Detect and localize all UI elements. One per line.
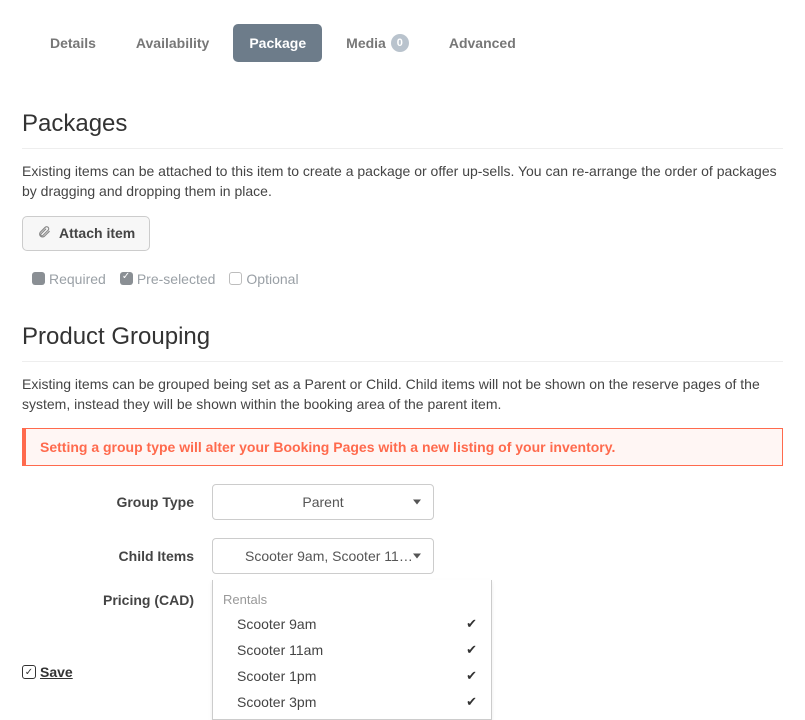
product-grouping-section: Product Grouping Existing items can be g… [22, 323, 783, 609]
attach-item-button[interactable]: Attach item [22, 216, 150, 251]
tabs: Details Availability Package Media 0 Adv… [22, 24, 783, 62]
packages-title: Packages [22, 110, 783, 138]
child-items-select[interactable]: Scooter 9am, Scooter 11am, S [212, 538, 434, 574]
dropdown-option[interactable]: Scooter 3pm ✔ [213, 689, 491, 715]
packages-desc: Existing items can be attached to this i… [22, 148, 783, 202]
dropdown-option[interactable]: Scooter 9am ✔ [213, 611, 491, 637]
group-type-select[interactable]: Parent [212, 484, 434, 520]
grouping-desc: Existing items can be grouped being set … [22, 361, 783, 415]
dropdown-option-label: Scooter 9am [237, 616, 316, 632]
group-type-row: Group Type Parent [22, 484, 783, 520]
tab-media[interactable]: Media 0 [330, 24, 425, 62]
legend-required-label: Required [49, 271, 106, 287]
dropdown-option-label: Scooter 1pm [237, 668, 316, 684]
legend: Required Pre-selected Optional [22, 271, 783, 287]
check-icon: ✔ [466, 668, 477, 684]
packages-section: Packages Existing items can be attached … [22, 110, 783, 287]
save-link[interactable]: Save [40, 664, 73, 680]
child-items-row: Child Items Scooter 9am, Scooter 11am, S… [22, 538, 783, 574]
check-icon: ✔ [466, 616, 477, 632]
legend-optional-label: Optional [246, 271, 298, 287]
tab-availability[interactable]: Availability [120, 24, 225, 62]
tab-details[interactable]: Details [34, 24, 112, 62]
check-icon: ✔ [466, 694, 477, 710]
grouping-alert: Setting a group type will alter your Boo… [22, 428, 783, 466]
legend-optional: Optional [229, 271, 298, 287]
dropdown-group-label: Rentals [213, 586, 491, 611]
required-icon [32, 272, 45, 285]
check-icon: ✔ [466, 642, 477, 658]
child-items-dropdown: Rentals Scooter 9am ✔ Scooter 11am ✔ Sco… [212, 580, 492, 720]
dropdown-option[interactable]: Scooter 1pm ✔ [213, 663, 491, 689]
grouping-title: Product Grouping [22, 323, 783, 351]
group-type-label: Group Type [22, 494, 212, 510]
optional-icon [229, 272, 242, 285]
preselected-icon [120, 272, 133, 285]
group-type-value: Parent [302, 494, 343, 510]
attach-item-label: Attach item [59, 225, 135, 241]
save-check-icon: ✓ [22, 665, 36, 679]
legend-preselected-label: Pre-selected [137, 271, 216, 287]
chevron-down-icon [413, 500, 421, 505]
legend-preselected: Pre-selected [120, 271, 216, 287]
pricing-label: Pricing (CAD) [22, 592, 212, 608]
tab-advanced[interactable]: Advanced [433, 24, 532, 62]
chevron-down-icon [413, 554, 421, 559]
paperclip-icon [37, 225, 51, 242]
tab-media-label: Media [346, 35, 386, 51]
media-count-badge: 0 [391, 34, 409, 52]
child-items-label: Child Items [22, 548, 212, 564]
dropdown-option-label: Scooter 11am [237, 642, 323, 658]
dropdown-option[interactable]: Scooter 11am ✔ [213, 637, 491, 663]
dropdown-option-label: Scooter 3pm [237, 694, 316, 710]
tab-package[interactable]: Package [233, 24, 322, 62]
child-items-value: Scooter 9am, Scooter 11am, S [233, 548, 413, 564]
legend-required: Required [32, 271, 106, 287]
